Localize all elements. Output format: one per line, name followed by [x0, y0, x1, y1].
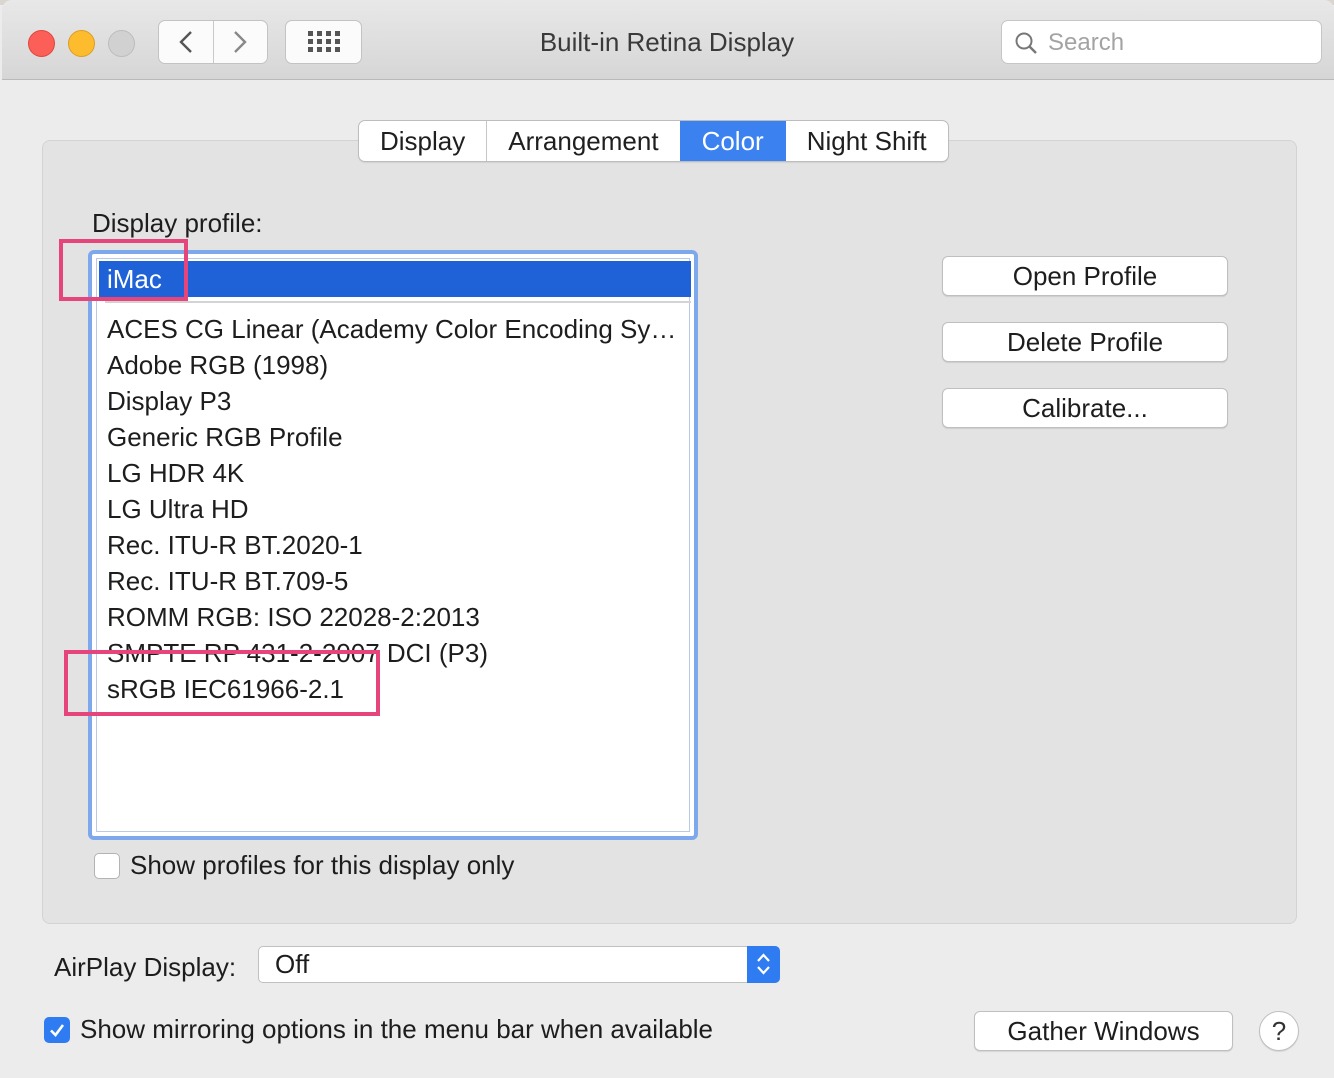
mirroring-checkbox[interactable] [44, 1017, 70, 1043]
back-button[interactable] [159, 21, 213, 63]
profile-items: ACES CG Linear (Academy Color Encoding S… [107, 311, 687, 707]
tab-bar: Display Arrangement Color Night Shift [358, 120, 949, 162]
list-content: iMac ACES CG Linear (Academy Color Encod… [96, 258, 691, 832]
tab-night-shift[interactable]: Night Shift [784, 121, 948, 161]
zoom-window-button[interactable] [108, 30, 135, 57]
airplay-value: Off [275, 949, 310, 979]
list-item[interactable]: Generic RGB Profile [107, 419, 687, 455]
back-forward-group [158, 20, 268, 64]
airplay-label: AirPlay Display: [54, 952, 237, 982]
open-profile-button[interactable]: Open Profile [942, 256, 1228, 296]
list-item[interactable]: ROMM RGB: ISO 22028-2:2013 [107, 599, 687, 635]
checkmark-icon [50, 1024, 65, 1037]
list-separator [105, 301, 691, 303]
preferences-window: Display Arrangement Color Night Shift Di… [2, 0, 1334, 1076]
list-item[interactable]: Adobe RGB (1998) [107, 347, 687, 383]
help-button[interactable]: ? [1259, 1011, 1299, 1051]
magnifier-icon [1015, 32, 1037, 54]
delete-profile-button[interactable]: Delete Profile [942, 322, 1228, 362]
airplay-select[interactable]: Off [258, 946, 780, 983]
list-item[interactable]: Rec. ITU-R BT.2020-1 [107, 527, 687, 563]
forward-button[interactable] [212, 21, 268, 63]
show-profiles-checkbox[interactable] [94, 853, 120, 879]
title-bar [2, 0, 1334, 80]
list-item[interactable]: Rec. ITU-R BT.709-5 [107, 563, 687, 599]
show-profiles-label: Show profiles for this display only [130, 850, 515, 880]
display-profile-list[interactable]: iMac ACES CG Linear (Academy Color Encod… [88, 250, 698, 840]
tab-display[interactable]: Display [359, 121, 486, 161]
chevron-right-icon [234, 31, 247, 53]
highlight-box-imac [59, 239, 188, 301]
tab-color[interactable]: Color [679, 121, 785, 161]
list-item[interactable]: LG HDR 4K [107, 455, 687, 491]
highlight-box-srgb [64, 650, 380, 716]
select-stepper[interactable] [747, 946, 780, 983]
show-all-grid-icon [307, 31, 340, 52]
up-down-chevron-icon [757, 953, 770, 975]
list-item[interactable]: Display P3 [107, 383, 687, 419]
display-profile-label: Display profile: [92, 208, 263, 238]
list-item[interactable]: LG Ultra HD [107, 491, 687, 527]
tab-arrangement[interactable]: Arrangement [486, 121, 679, 161]
list-item[interactable]: ACES CG Linear (Academy Color Encoding S… [107, 311, 687, 347]
show-all-button[interactable] [285, 20, 362, 64]
search-input[interactable] [1046, 27, 1310, 59]
calibrate-button[interactable]: Calibrate... [942, 388, 1228, 428]
search-field[interactable] [1001, 20, 1322, 64]
gather-windows-button[interactable]: Gather Windows [974, 1011, 1233, 1051]
mirroring-label: Show mirroring options in the menu bar w… [80, 1014, 714, 1044]
chevron-left-icon [179, 31, 192, 53]
close-window-button[interactable] [28, 30, 55, 57]
minimize-window-button[interactable] [68, 30, 95, 57]
